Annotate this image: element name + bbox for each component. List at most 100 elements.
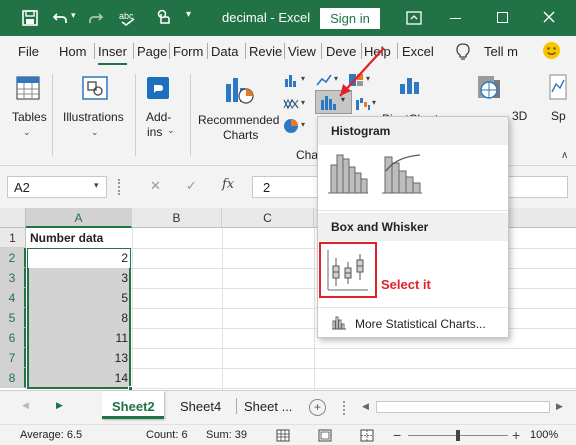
add-ins-button[interactable]: Add- ins ⌄ bbox=[140, 70, 184, 148]
add-ins-label-line2: ins bbox=[147, 125, 163, 139]
cancel-icon[interactable]: ✕ bbox=[150, 178, 161, 194]
undo-icon[interactable] bbox=[52, 10, 68, 26]
tell-me-search[interactable]: Tell m bbox=[484, 44, 518, 59]
enter-icon[interactable]: ✓ bbox=[186, 178, 197, 194]
name-box-value: A2 bbox=[14, 180, 30, 195]
pie-chart-icon[interactable] bbox=[283, 118, 299, 134]
sheet-scroll-left-icon[interactable]: ◀ bbox=[22, 400, 29, 411]
tab-view[interactable]: View bbox=[288, 44, 316, 59]
tab-insert[interactable]: Inser bbox=[98, 44, 127, 65]
tab-divider bbox=[245, 43, 246, 59]
tab-excel[interactable]: Excel bbox=[402, 44, 434, 59]
row-header[interactable]: 8 bbox=[0, 368, 26, 388]
row-header[interactable]: 6 bbox=[0, 328, 26, 348]
illustrations-button[interactable]: Illustrations ⌄ bbox=[60, 70, 130, 148]
3d-map-label[interactable]: 3D bbox=[512, 109, 528, 123]
tab-review[interactable]: Revie bbox=[249, 44, 282, 59]
more-statistical-charts-item[interactable]: More Statistical Charts... bbox=[318, 313, 508, 335]
dropdown-divider bbox=[318, 307, 508, 308]
close-icon[interactable] bbox=[543, 11, 555, 23]
chevron-down-icon[interactable]: ▾ bbox=[94, 180, 99, 191]
zoom-in-button[interactable]: + bbox=[512, 427, 520, 443]
column-header-a[interactable]: A bbox=[26, 208, 132, 228]
cell-a2[interactable]: 2 bbox=[30, 248, 128, 268]
tables-button[interactable]: Tables ⌄ bbox=[8, 70, 48, 148]
chevron-down-icon[interactable]: ▾ bbox=[301, 120, 305, 129]
group-divider bbox=[190, 74, 191, 156]
column-header-c[interactable]: C bbox=[222, 208, 314, 228]
cell-a3[interactable]: 3 bbox=[30, 268, 128, 288]
sign-in-button[interactable]: Sign in bbox=[320, 8, 380, 29]
collapse-ribbon-icon[interactable]: ∧ bbox=[561, 150, 568, 161]
cell-a7[interactable]: 13 bbox=[30, 348, 128, 368]
sheet-tab-more[interactable]: Sheet ... bbox=[244, 399, 292, 414]
zoom-level[interactable]: 100% bbox=[530, 429, 558, 441]
formula-bar-divider-dots bbox=[118, 179, 121, 195]
customize-toolbar-icon[interactable]: ▾ bbox=[186, 9, 191, 20]
scatter-chart-icon[interactable] bbox=[283, 96, 299, 112]
tab-divider bbox=[133, 43, 134, 59]
cell-a1[interactable]: Number data bbox=[30, 228, 130, 248]
globe-icon[interactable] bbox=[476, 72, 502, 102]
sheet-tab-sheet2[interactable]: Sheet2 bbox=[102, 391, 164, 419]
hscroll-left-icon[interactable]: ◀ bbox=[362, 401, 369, 412]
recommended-charts-button[interactable]: Recommended Charts bbox=[194, 70, 280, 148]
minimize-icon[interactable] bbox=[450, 18, 461, 19]
tab-home[interactable]: Hom bbox=[59, 44, 86, 59]
recommended-charts-label-line2: Charts bbox=[223, 128, 259, 142]
hscroll-right-icon[interactable]: ▶ bbox=[556, 401, 563, 412]
undo-dropdown-icon[interactable]: ▾ bbox=[71, 10, 76, 21]
ribbon-display-options-icon[interactable] bbox=[406, 11, 422, 25]
row-header[interactable]: 2 bbox=[0, 248, 26, 268]
sparklines-label[interactable]: Sp bbox=[551, 109, 566, 123]
tab-file[interactable]: File bbox=[18, 44, 39, 59]
column-chart-icon[interactable] bbox=[283, 72, 299, 88]
smiley-feedback-icon[interactable] bbox=[542, 41, 561, 60]
annotation-arrow bbox=[339, 47, 385, 97]
cell-a5[interactable]: 8 bbox=[30, 308, 128, 328]
redo-icon[interactable] bbox=[88, 10, 104, 26]
normal-view-icon[interactable] bbox=[276, 429, 290, 442]
save-icon[interactable] bbox=[22, 10, 38, 26]
pareto-chart-option[interactable] bbox=[380, 151, 424, 195]
add-sheet-button[interactable]: + bbox=[309, 399, 326, 416]
maximize-icon[interactable] bbox=[497, 12, 508, 23]
chevron-down-icon: ⌄ bbox=[91, 127, 99, 137]
spellcheck-icon[interactable]: abc bbox=[118, 9, 140, 27]
column-header-b[interactable]: B bbox=[132, 208, 222, 228]
row-header[interactable]: 7 bbox=[0, 348, 26, 368]
plus-icon: + bbox=[313, 400, 321, 414]
insert-function-icon[interactable]: fx bbox=[222, 177, 234, 192]
tab-data[interactable]: Data bbox=[211, 44, 238, 59]
chevron-down-icon[interactable]: ▾ bbox=[301, 74, 305, 83]
row-header[interactable]: 1 bbox=[0, 228, 26, 248]
sparklines-icon[interactable] bbox=[549, 74, 567, 100]
cell-a4[interactable]: 5 bbox=[30, 288, 128, 308]
row-header[interactable]: 5 bbox=[0, 308, 26, 328]
name-box[interactable]: A2 ▾ bbox=[7, 176, 107, 198]
sheet-tab-sheet4[interactable]: Sheet4 bbox=[180, 399, 221, 414]
chevron-down-icon: ⌄ bbox=[23, 127, 31, 137]
box-and-whisker-chart-option[interactable] bbox=[319, 242, 377, 298]
zoom-out-button[interactable]: − bbox=[393, 427, 401, 443]
more-statistical-charts-label: More Statistical Charts... bbox=[355, 317, 486, 331]
chevron-down-icon[interactable]: ▾ bbox=[301, 98, 305, 107]
tab-formulas[interactable]: Form bbox=[173, 44, 203, 59]
horizontal-scrollbar[interactable] bbox=[376, 401, 550, 413]
page-break-view-icon[interactable] bbox=[360, 429, 374, 442]
cell-a6[interactable]: 11 bbox=[30, 328, 128, 348]
zoom-slider-thumb[interactable] bbox=[456, 430, 460, 441]
pivotchart-icon[interactable] bbox=[398, 72, 422, 96]
row-header[interactable]: 3 bbox=[0, 268, 26, 288]
sheet-scroll-right-icon[interactable]: ▶ bbox=[56, 400, 63, 411]
page-layout-view-icon[interactable] bbox=[318, 429, 332, 442]
touch-mode-icon[interactable] bbox=[155, 9, 173, 27]
row-header[interactable]: 4 bbox=[0, 288, 26, 308]
status-count: Count: 6 bbox=[146, 429, 188, 441]
tab-page-layout[interactable]: Page bbox=[137, 44, 167, 59]
histogram-chart-option[interactable] bbox=[326, 151, 370, 195]
cell-a8[interactable]: 14 bbox=[30, 368, 128, 388]
lightbulb-icon[interactable] bbox=[456, 43, 470, 61]
select-all-corner[interactable] bbox=[0, 208, 26, 228]
tab-divider bbox=[169, 43, 170, 59]
